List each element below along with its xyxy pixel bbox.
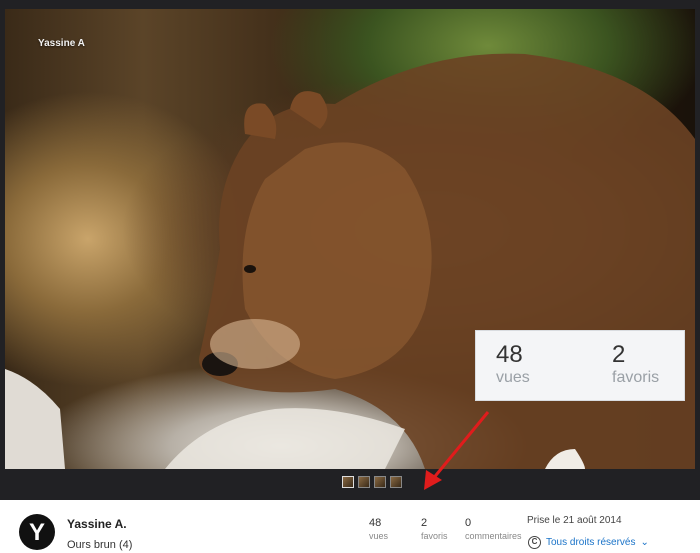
annotation-arrow bbox=[424, 411, 490, 490]
date-taken[interactable]: Prise le 21 août 2014 bbox=[527, 515, 622, 526]
filmstrip-thumbnail[interactable] bbox=[390, 476, 402, 488]
avatar[interactable]: Y bbox=[19, 514, 55, 550]
copyright-circle-icon: C bbox=[528, 536, 541, 549]
photo-info-bar: Y Yassine A. Ours brun (4) 48 vues 2 fav… bbox=[0, 500, 700, 553]
stat-faves: 2 favoris bbox=[421, 516, 448, 542]
stat-faves-label: favoris bbox=[421, 531, 448, 541]
stat-views: 48 vues bbox=[369, 516, 388, 542]
photo-viewer: Yassine A 48 vues 2 favoris bbox=[0, 0, 700, 500]
stat-comments-value: 0 bbox=[465, 517, 472, 529]
filmstrip-thumbnail[interactable] bbox=[374, 476, 386, 488]
filmstrip-thumbnail[interactable] bbox=[342, 476, 354, 488]
stat-comments: 0 commentaires bbox=[465, 516, 522, 542]
filmstrip bbox=[342, 476, 402, 488]
stat-faves-value: 2 bbox=[421, 517, 428, 529]
stat-views-label: vues bbox=[369, 531, 389, 541]
stat-comments-label: commentaires bbox=[465, 531, 522, 541]
stat-views-value: 48 bbox=[369, 517, 382, 529]
owner-name-link[interactable]: Yassine A. bbox=[67, 517, 127, 531]
filmstrip-thumbnail[interactable] bbox=[358, 476, 370, 488]
license-label: Tous droits réservés bbox=[546, 537, 636, 548]
license-dropdown[interactable]: C Tous droits réservés ⌄ bbox=[528, 536, 649, 549]
photo-title: Ours brun (4) bbox=[67, 539, 133, 551]
chevron-down-icon: ⌄ bbox=[640, 537, 649, 548]
